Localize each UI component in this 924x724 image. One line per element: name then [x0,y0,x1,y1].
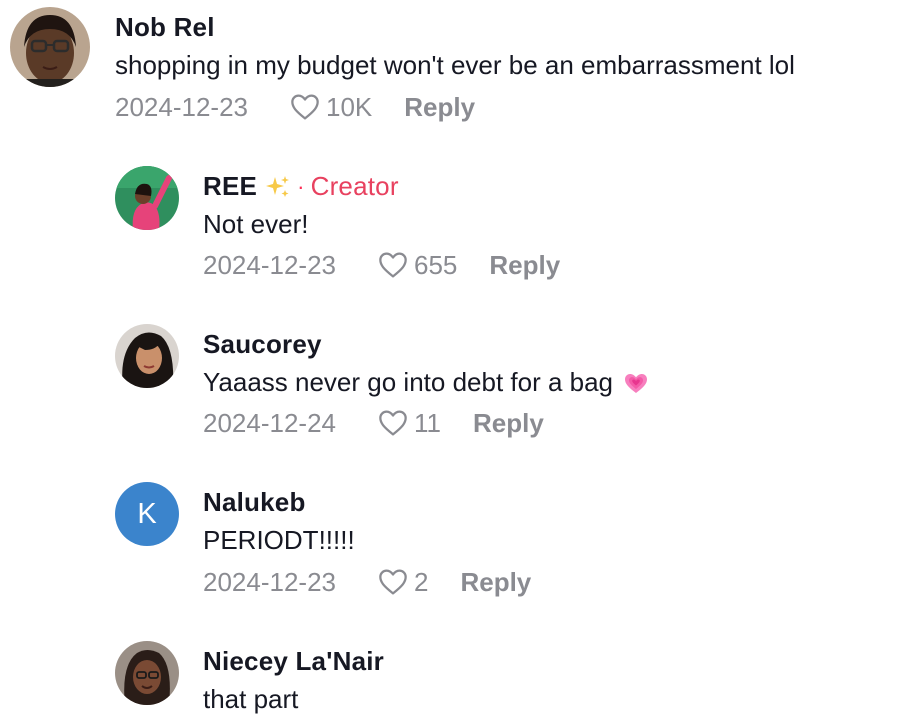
author-name[interactable]: Nob Rel [115,12,215,43]
reply-button[interactable]: Reply [460,567,531,598]
comment-text: Yaaass never go into debt for a bag [203,367,649,398]
comment-text: PERIODT!!!!! [203,525,355,556]
comment-meta: 2024-12-23 655 Reply [203,249,560,281]
comment-author[interactable]: Nalukeb [203,487,306,518]
comment-date: 2024-12-24 [203,407,336,438]
comment-text-content: shopping in my budget won't ever be an e… [115,50,795,80]
reply-button[interactable]: Reply [473,408,544,439]
avatar[interactable] [115,324,179,388]
comment-author[interactable]: REE · Creator [203,171,399,202]
heart-outline-icon[interactable] [288,91,322,123]
avatar-letter: K [137,497,157,530]
creator-badge: Creator [310,171,399,201]
comment-date: 2024-12-23 [115,91,248,122]
comment-meta: 2024-12-24 11 Reply [203,407,544,439]
avatar[interactable] [10,7,90,87]
sparkles-emoji-icon [266,175,290,197]
comment-meta: 2024-12-23 10K Reply [115,91,475,123]
avatar[interactable] [115,641,179,705]
comment-author[interactable]: Nob Rel [115,12,215,43]
comment-text-content: PERIODT!!!!! [203,525,355,555]
author-name[interactable]: Nalukeb [203,487,306,518]
author-name[interactable]: Saucorey [203,329,322,360]
growing-heart-emoji-icon [625,373,648,393]
comment-date: 2024-12-23 [203,249,336,280]
like-button[interactable]: 10K [288,91,372,123]
reply-button[interactable]: Reply [404,92,475,123]
comment-text: that part [203,684,298,715]
comment-text: shopping in my budget won't ever be an e… [115,50,795,81]
creator-separator: · [297,173,305,199]
comment-author[interactable]: Niecey La'Nair [203,646,384,677]
like-button[interactable]: 11 [376,407,441,439]
heart-outline-icon[interactable] [376,249,410,281]
like-count: 655 [414,249,458,280]
like-count: 10K [326,91,373,122]
comment-author[interactable]: Saucorey [203,329,322,360]
author-name[interactable]: REE [203,171,257,202]
comment-text-content: Yaaass never go into debt for a bag [203,367,614,397]
comment-text-content: Not ever! [203,209,309,239]
reply-button[interactable]: Reply [489,250,560,281]
comment-meta: 2024-12-23 2 Reply [203,566,531,598]
heart-outline-icon[interactable] [376,566,410,598]
like-button[interactable]: 655 [376,249,457,281]
comment-text-content: that part [203,684,299,714]
like-count: 11 [414,407,441,438]
comment-text: Not ever! [203,209,309,240]
comment-date: 2024-12-23 [203,566,336,597]
author-name[interactable]: Niecey La'Nair [203,646,384,677]
heart-outline-icon[interactable] [376,407,410,439]
like-count: 2 [414,566,429,597]
like-button[interactable]: 2 [376,566,428,598]
avatar[interactable]: K [115,482,179,546]
avatar[interactable] [115,166,179,230]
